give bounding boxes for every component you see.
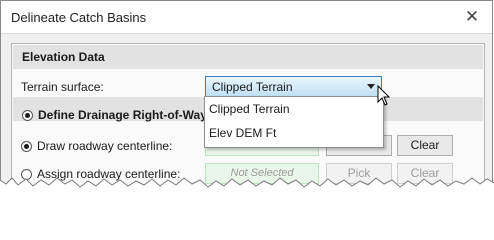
define-drainage-label: Define Drainage Right-of-Way Us: [38, 108, 226, 122]
assign-pick-button[interactable]: Pick: [326, 163, 392, 184]
assign-centerline-field: Not Selected: [205, 163, 319, 184]
draw-centerline-radio[interactable]: [21, 140, 32, 152]
draw-centerline-radio-row[interactable]: Draw roadway centerline:: [21, 139, 172, 153]
draw-clear-button[interactable]: Clear: [397, 135, 453, 156]
draw-centerline-label: Draw roadway centerline:: [37, 139, 173, 153]
terrain-surface-value: Clipped Terrain: [212, 80, 293, 94]
terrain-surface-label: Terrain surface:: [21, 80, 104, 94]
assign-centerline-label: Assign roadway centerline:: [37, 167, 181, 181]
dropdown-option[interactable]: Elev DEM Ft: [205, 121, 383, 145]
assign-clear-button[interactable]: Clear: [397, 163, 453, 184]
dropdown-option[interactable]: Clipped Terrain: [205, 97, 383, 121]
mouse-cursor-icon: [377, 85, 391, 106]
assign-centerline-radio-row[interactable]: Assign roadway centerline:: [21, 167, 180, 181]
dialog-window: Delineate Catch Basins ✕ Elevation Data …: [0, 0, 493, 204]
section-header-elevation: Elevation Data: [13, 45, 483, 69]
close-icon[interactable]: ✕: [462, 7, 482, 27]
define-drainage-radio-row[interactable]: Define Drainage Right-of-Way Us: [22, 103, 226, 127]
define-drainage-radio[interactable]: [22, 109, 33, 121]
title-bar: Delineate Catch Basins ✕: [1, 1, 492, 34]
terrain-dropdown-list: Clipped Terrain Elev DEM Ft: [204, 96, 384, 148]
window-title: Delineate Catch Basins: [11, 10, 147, 25]
terrain-surface-combobox[interactable]: Clipped Terrain: [205, 76, 382, 97]
assign-centerline-radio[interactable]: [21, 168, 32, 180]
chevron-down-icon[interactable]: [367, 84, 375, 89]
